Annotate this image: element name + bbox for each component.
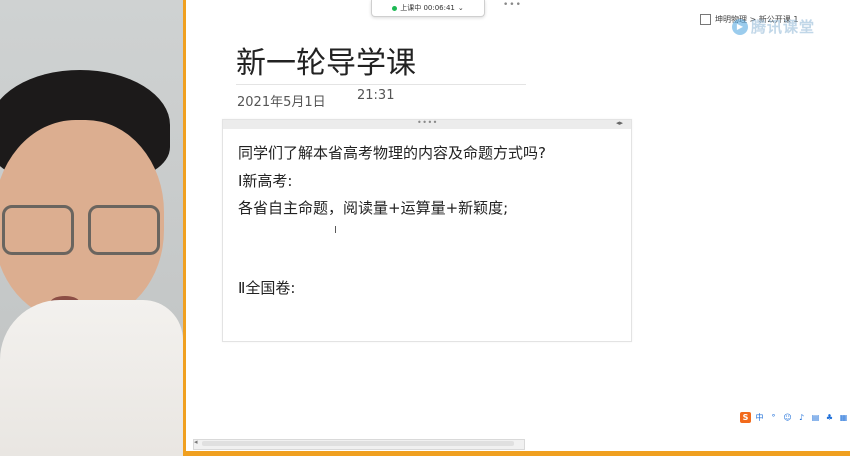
microphone-icon[interactable]: ♪ bbox=[796, 412, 807, 423]
keyboard-icon[interactable]: ▤ bbox=[810, 412, 821, 423]
page-icon bbox=[700, 14, 711, 25]
ime-language-toggle[interactable]: 中 bbox=[754, 412, 765, 423]
emoji-icon[interactable]: ☺ bbox=[782, 412, 793, 423]
ime-toolbar[interactable]: S 中 ° ☺ ♪ ▤ ♣ ▦ bbox=[740, 412, 849, 423]
chevron-down-icon: ⌄ bbox=[457, 4, 464, 12]
glasses-left-lens bbox=[2, 205, 74, 255]
toolbox-icon[interactable]: ▦ bbox=[838, 412, 849, 423]
ime-logo-icon[interactable]: S bbox=[740, 412, 751, 423]
text-cursor-icon: I bbox=[334, 225, 337, 236]
more-options-icon[interactable]: ••• bbox=[503, 0, 522, 10]
watermark-text: 腾讯课堂 bbox=[751, 18, 816, 36]
person-shirt bbox=[0, 300, 183, 456]
play-logo-icon: ▶ bbox=[732, 18, 748, 35]
note-line-national: Ⅱ全国卷: bbox=[238, 279, 296, 297]
resize-arrows-icon[interactable]: ◂▸ bbox=[616, 119, 623, 127]
recording-status-pill[interactable]: 上课中 00:06:41 ⌄ bbox=[371, 0, 485, 17]
scroll-left-arrow-icon[interactable]: ◂ bbox=[194, 438, 198, 446]
grip-icon: •••• bbox=[417, 118, 438, 127]
title-divider bbox=[236, 84, 526, 85]
note-container[interactable]: •••• ◂▸ 同学们了解本省高考物理的内容及命题方式吗? Ⅰ新高考: 各省自主… bbox=[222, 118, 632, 342]
scrollbar-thumb[interactable] bbox=[202, 441, 514, 446]
page-date: 2021年5月1日 bbox=[237, 95, 326, 110]
webcam-video bbox=[0, 0, 183, 456]
note-line-new-gaokao: Ⅰ新高考: bbox=[238, 172, 293, 190]
share-frame-bottom bbox=[183, 451, 850, 456]
page-title: 新一轮导学课 bbox=[236, 46, 416, 81]
note-drag-handle[interactable]: •••• ◂▸ bbox=[223, 118, 631, 129]
share-frame-left bbox=[183, 0, 186, 456]
recording-label: 上课中 00:06:41 bbox=[400, 4, 455, 12]
skin-icon[interactable]: ♣ bbox=[824, 412, 835, 423]
watermark: ▶ 腾讯课堂 bbox=[732, 16, 815, 37]
recording-dot-icon bbox=[392, 5, 398, 11]
note-line-question: 同学们了解本省高考物理的内容及命题方式吗? bbox=[238, 144, 546, 162]
horizontal-scrollbar[interactable]: ◂ bbox=[193, 438, 525, 450]
punctuation-icon[interactable]: ° bbox=[768, 412, 779, 423]
note-line-provincial: 各省自主命题，阅读量+运算量+新颖度; bbox=[238, 199, 509, 217]
page-time: 21:31 bbox=[357, 88, 395, 103]
glasses-right-lens bbox=[88, 205, 160, 255]
